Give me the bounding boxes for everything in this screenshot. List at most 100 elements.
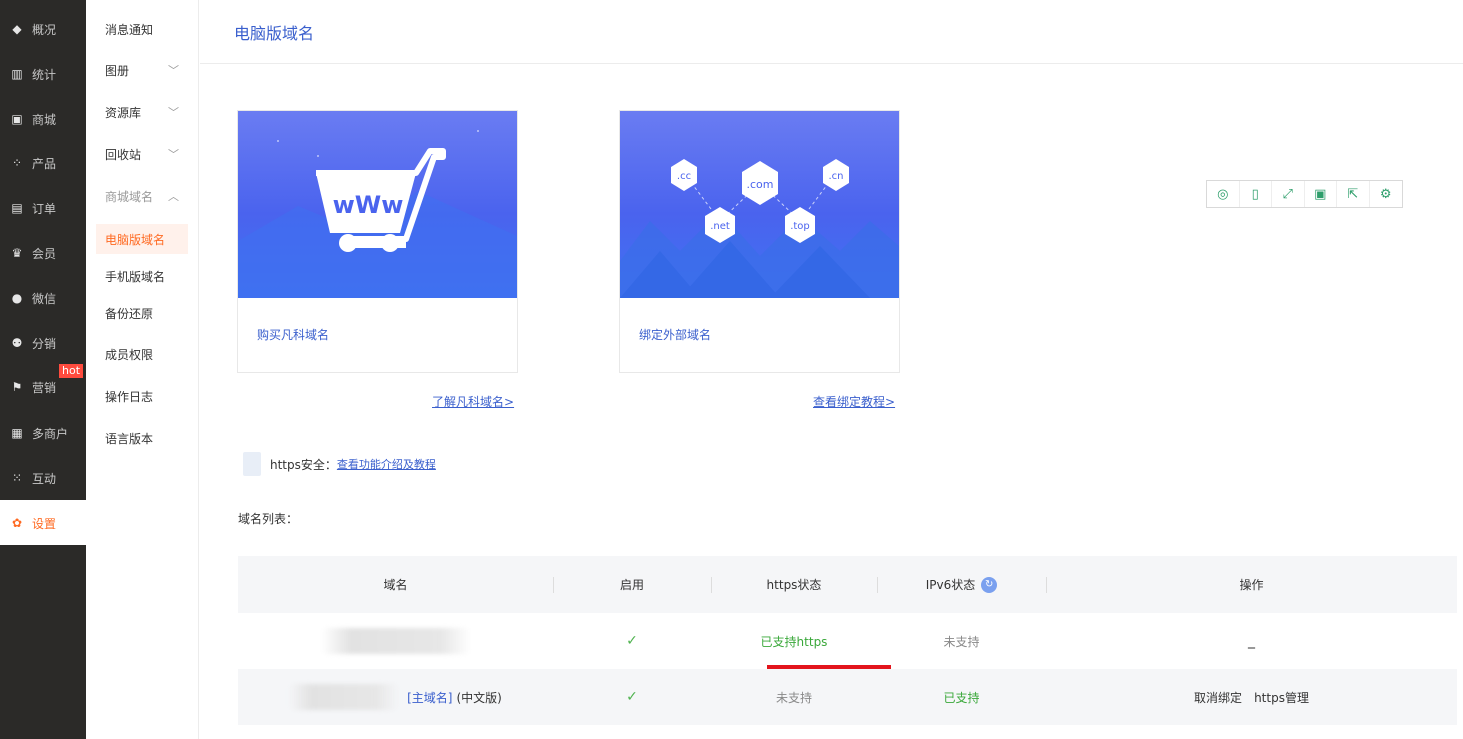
bind-domain-card[interactable]: .cc .com .cn .net .top 绑定外部域名 (619, 110, 900, 373)
subnav-item-store-domain[interactable]: 商城域名 ︿ (86, 181, 198, 211)
col-actions: 操作 (1239, 578, 1264, 592)
nav-item-multi-merchant[interactable]: ▦ 多商户 (0, 413, 86, 453)
action-cell: 取消绑定 https管理 (1046, 669, 1457, 725)
subnav-item-pc-domain[interactable]: 电脑版域名 (96, 224, 188, 254)
unbind-button[interactable]: 取消绑定 (1194, 689, 1242, 706)
settings-icon[interactable]: ⚙ (1370, 181, 1403, 207)
subnav-item-label: 资源库 (105, 105, 142, 120)
chevron-down-icon: ﹀ (168, 106, 179, 119)
nav-item-label: 概况 (32, 22, 57, 37)
nav-item-members[interactable]: ♛ 会员 (0, 233, 86, 273)
save-icon[interactable]: ▣ (1305, 181, 1337, 207)
https-status-cell: 未支持 (775, 690, 812, 705)
buy-domain-caption: 购买凡科域名 (257, 328, 330, 342)
subnav-item-resources[interactable]: 资源库 ﹀ (86, 97, 198, 127)
refresh-icon[interactable]: ◎ (1207, 181, 1240, 207)
col-https-status: https状态 (766, 578, 822, 592)
chart-icon: ▥ (11, 67, 23, 81)
nav-item-label: 微信 (32, 291, 57, 306)
layers-icon: ◆ (12, 22, 22, 36)
col-domain: 域名 (383, 578, 408, 592)
apps-icon: ⁙ (11, 471, 23, 485)
col-ipv6-label: IPv6状态 (925, 578, 976, 592)
subnav-item-notifications[interactable]: 消息通知 (86, 14, 198, 44)
settings-subnav: 消息通知 图册 ﹀ 资源库 ﹀ 回收站 ﹀ 商城域名 ︿ 电脑版域名 手机版域名… (86, 0, 199, 739)
bind-tutorial-link[interactable]: 查看绑定教程> (813, 393, 895, 410)
subnav-item-label: 手机版域名 (105, 269, 166, 284)
domain-cell (238, 613, 553, 669)
domain-language: (中文版) (456, 690, 502, 705)
chevron-down-icon: ﹀ (168, 64, 179, 77)
subnav-item-label: 操作日志 (105, 389, 154, 404)
enabled-check-icon: ✓ (626, 689, 638, 705)
wechat-icon: ● (11, 291, 23, 305)
nav-item-wechat[interactable]: ● 微信 (0, 278, 86, 318)
subnav-item-mobile-domain[interactable]: 手机版域名 (86, 261, 198, 291)
nav-item-label: 统计 (32, 67, 57, 82)
help-icon[interactable]: ↻ (981, 576, 998, 593)
ipv6-status-cell: 未支持 (943, 634, 980, 649)
nav-item-label: 订单 (32, 201, 57, 216)
https-tutorial-link[interactable]: 查看功能介绍及教程 (337, 456, 436, 472)
action-cell: _ (1248, 633, 1255, 649)
tld-com: .com (747, 178, 774, 191)
domain-redacted (320, 628, 471, 654)
subnav-item-album[interactable]: 图册 ﹀ (86, 55, 198, 85)
shopping-cart-icon: wWw (238, 130, 517, 298)
nav-item-orders[interactable]: ▤ 订单 (0, 188, 86, 228)
nav-item-label: 营销 (32, 380, 57, 395)
learn-domain-link[interactable]: 了解凡科域名> (432, 393, 514, 410)
crown-icon: ♛ (11, 246, 23, 260)
page-title: 电脑版域名 (234, 24, 315, 43)
subnav-item-label: 语言版本 (105, 431, 154, 446)
nav-item-store[interactable]: ▣ 商城 (0, 99, 86, 139)
bind-domain-caption: 绑定外部域名 (639, 328, 712, 342)
table-row: [主域名] (中文版) ✓ 未支持 已支持 取消绑定 https管理 (238, 669, 1457, 725)
main-nav: ◆ 概况 ▥ 统计 ▣ 商城 ⁘ 产品 ▤ 订单 ♛ 会员 ● 微信 ⚉ 分销 (0, 0, 86, 739)
nav-item-label: 设置 (32, 516, 57, 531)
domain-list-title: 域名列表： (238, 512, 299, 526)
buy-domain-banner: wWw (238, 111, 517, 298)
nav-item-label: 多商户 (32, 426, 69, 441)
nav-item-distribution[interactable]: ⚉ 分销 (0, 323, 86, 363)
nav-item-label: 产品 (32, 156, 57, 171)
nav-item-overview[interactable]: ◆ 概况 (0, 9, 86, 49)
tld-top: .top (790, 221, 810, 232)
chevron-down-icon: ﹀ (168, 148, 179, 161)
bind-domain-banner: .cc .com .cn .net .top (620, 111, 899, 298)
fullscreen-icon[interactable]: ⤢ (1272, 181, 1305, 207)
gear-icon: ✿ (11, 516, 23, 530)
https-toggle[interactable] (243, 452, 261, 476)
nav-item-products[interactable]: ⁘ 产品 (0, 143, 86, 183)
tld-net: .net (710, 221, 730, 232)
domain-table: 域名 启用 https状态 IPv6状态 ↻ 操作 ✓ 已支持https 未支持… (238, 556, 1457, 725)
table-header: 域名 启用 https状态 IPv6状态 ↻ 操作 (238, 556, 1457, 613)
subnav-item-label: 成员权限 (105, 347, 154, 362)
clipboard-icon: ▤ (11, 201, 23, 215)
users-icon: ⚉ (11, 336, 23, 350)
flag-icon: ⚑ (11, 380, 23, 394)
main-nav-bg-lower (0, 545, 86, 739)
nav-item-interaction[interactable]: ⁙ 互动 (0, 458, 86, 498)
https-status-cell: 已支持https (760, 634, 828, 649)
subnav-item-recycle-bin[interactable]: 回收站 ﹀ (86, 139, 198, 169)
https-manage-button[interactable]: https管理 (1254, 689, 1309, 706)
chevron-up-icon: ︿ (168, 190, 179, 203)
nav-item-label: 商城 (32, 112, 57, 127)
nav-item-label: 会员 (32, 246, 57, 261)
subnav-item-language[interactable]: 语言版本 (86, 423, 198, 453)
mobile-icon[interactable]: ▯ (1240, 181, 1272, 207)
buy-domain-card[interactable]: wWw 购买凡科域名 (237, 110, 518, 373)
nav-item-settings[interactable]: ✿ 设置 (0, 503, 86, 543)
subnav-item-label: 回收站 (105, 147, 142, 162)
subnav-item-logs[interactable]: 操作日志 (86, 381, 198, 411)
nav-item-stats[interactable]: ▥ 统计 (0, 54, 86, 94)
hot-badge: hot (59, 364, 84, 378)
tld-cc: .cc (677, 171, 691, 182)
shop-icon: ▦ (11, 426, 23, 440)
subnav-item-backup[interactable]: 备份还原 (86, 298, 198, 328)
subnav-item-permissions[interactable]: 成员权限 (86, 339, 198, 369)
grid-icon: ⁘ (11, 156, 23, 170)
table-row: ✓ 已支持https 未支持 _ (238, 613, 1457, 715)
share-icon[interactable]: ⇱ (1337, 181, 1370, 207)
